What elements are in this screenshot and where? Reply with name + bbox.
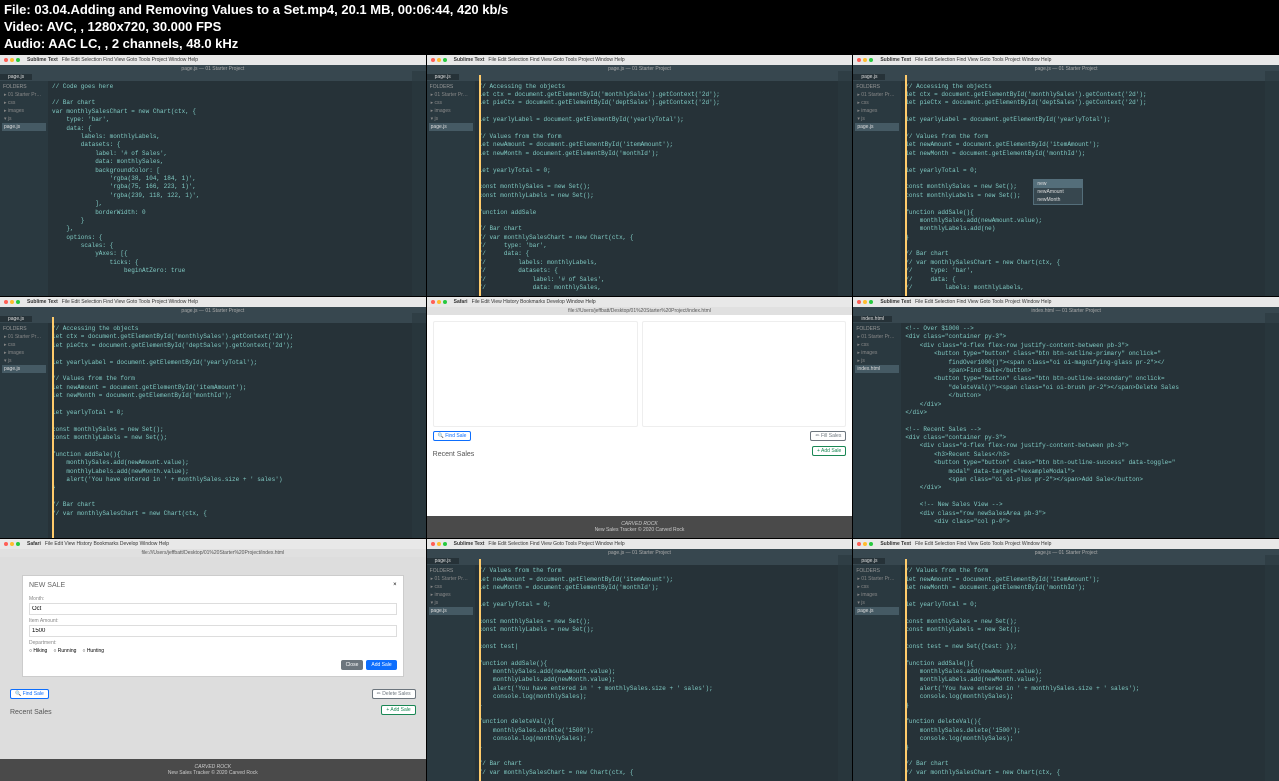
file-info-header: File: 03.04.Adding and Removing Values t… — [0, 0, 1279, 55]
radio-hunting[interactable]: ○ Hunting — [82, 648, 104, 654]
recent-sales-heading: Recent Sales — [433, 451, 475, 458]
close-button[interactable]: Close — [341, 660, 364, 670]
window-title: page.js — 01 Starter Project — [0, 65, 426, 73]
thumb-8: Sublime TextFile Edit Selection Find Vie… — [427, 539, 853, 780]
code-editor[interactable]: // Accessing the objects let ctx = docum… — [475, 81, 853, 296]
modal-title: NEW SALE — [29, 582, 65, 589]
thumb-1: Sublime TextFile Edit Selection Find Vie… — [0, 55, 426, 296]
mac-menubar: Sublime TextFile Edit Selection Find Vie… — [0, 55, 426, 65]
code-editor[interactable]: // Values from the form let newAmount = … — [475, 565, 853, 780]
code-editor[interactable]: <!-- Over $1000 --> <div class="containe… — [901, 323, 1279, 538]
find-sale-button[interactable]: 🔍 Find Sale — [10, 689, 49, 699]
add-sale-button[interactable]: + Add Sale — [381, 705, 415, 715]
thumb-7: SafariFile Edit View History Bookmarks D… — [0, 539, 426, 780]
page-footer: CARVED ROCK New Sales Tracker © 2020 Car… — [427, 516, 853, 538]
autocomplete-popup[interactable]: new newAmount newMonth — [1033, 179, 1083, 205]
url-bar[interactable]: file:///Users/jeffbatt/Desktop/01%20Star… — [427, 307, 853, 315]
amount-input[interactable] — [29, 625, 397, 637]
code-editor[interactable]: // Accessing the objects let ctx = docum… — [48, 323, 426, 538]
code-editor[interactable]: // Accessing the objects let ctx = docum… — [901, 81, 1279, 296]
code-editor[interactable]: // Code goes here // Bar chart var month… — [48, 81, 426, 296]
file-tab[interactable]: page.js — [0, 74, 32, 80]
thumb-2: Sublime TextFile Edit Selection Find Vie… — [427, 55, 853, 296]
audio-line: Audio: AAC LC, , 2 channels, 48.0 kHz — [4, 36, 1275, 53]
thumb-5: SafariFile Edit View History Bookmarks D… — [427, 297, 853, 538]
thumb-9: Sublime TextFile Edit Selection Find Vie… — [853, 539, 1279, 780]
thumbnail-grid: Sublime TextFile Edit Selection Find Vie… — [0, 55, 1279, 781]
radio-hiking[interactable]: ○ Hiking — [29, 648, 47, 654]
chart-placeholder — [433, 321, 638, 427]
add-sale-button[interactable]: + Add Sale — [812, 446, 846, 456]
file-line: File: 03.04.Adding and Removing Values t… — [4, 2, 1275, 19]
chart-placeholder — [642, 321, 847, 427]
new-sale-modal: NEW SALE × Month: Item Amount: Departmen… — [22, 575, 404, 677]
add-sale-button[interactable]: Add Sale — [366, 660, 396, 670]
delete-sales-button[interactable]: ✏ Delete Sales — [372, 689, 416, 699]
close-icon[interactable]: × — [393, 582, 397, 593]
sidebar: FOLDERS ▸ 01 Starter Pr… ▸ css ▸ images … — [0, 81, 48, 296]
radio-running[interactable]: ○ Running — [53, 648, 76, 654]
code-editor[interactable]: // Values from the form let newAmount = … — [901, 565, 1279, 780]
fill-sales-button[interactable]: ✏ Fill Sales — [810, 431, 846, 441]
thumb-4: Sublime TextFile Edit Selection Find Vie… — [0, 297, 426, 538]
thumb-3: Sublime TextFile Edit Selection Find Vie… — [853, 55, 1279, 296]
video-line: Video: AVC, , 1280x720, 30.000 FPS — [4, 19, 1275, 36]
thumb-6: Sublime TextFile Edit Selection Find Vie… — [853, 297, 1279, 538]
find-sale-button[interactable]: 🔍 Find Sale — [433, 431, 472, 441]
month-input[interactable] — [29, 603, 397, 615]
